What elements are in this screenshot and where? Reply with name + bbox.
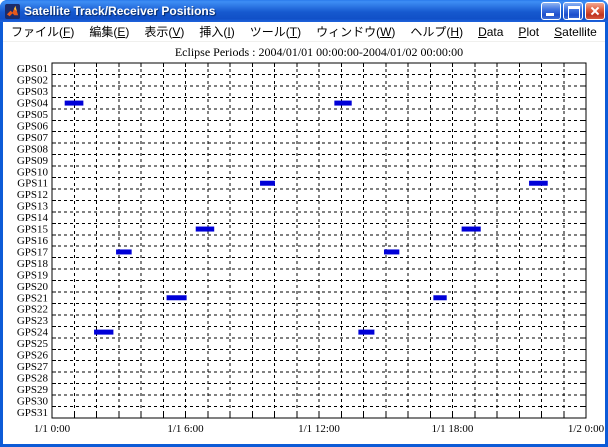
eclipse-periods-chart: GPS01GPS02GPS03GPS04GPS05GPS06GPS07GPS08…: [17, 62, 605, 435]
x-axis-label: 1/1 6:00: [167, 423, 204, 435]
maximize-button[interactable]: [563, 2, 583, 20]
eclipse-bar: [166, 295, 187, 301]
menu-item-data[interactable]: Data: [478, 25, 503, 39]
y-axis-label: GPS20: [17, 281, 49, 293]
menu-bar: ファイル(F) 編集(E) 表示(V) 挿入(I) ツール(T) ウィンドウ(W) ヘルプ(…: [3, 22, 605, 42]
y-axis-label: GPS31: [17, 407, 48, 419]
menu-item-satellite[interactable]: Satellite: [554, 25, 597, 39]
title-bar[interactable]: Satellite Track/Receiver Positions: [0, 0, 608, 22]
eclipse-bar: [64, 100, 84, 106]
y-axis-label: GPS22: [17, 304, 48, 316]
y-axis-label: GPS13: [17, 201, 49, 213]
matlab-app-icon: [5, 3, 20, 19]
menu-item-help[interactable]: ヘルプ(H): [410, 23, 463, 40]
y-axis-label: GPS07: [17, 132, 49, 144]
y-axis-label: GPS25: [17, 338, 49, 350]
menu-item-edit[interactable]: 編集(E): [89, 23, 129, 40]
y-axis-label: GPS28: [17, 372, 49, 384]
y-axis-label: GPS10: [17, 166, 49, 178]
y-axis-label: GPS18: [17, 258, 49, 270]
menu-item-plot[interactable]: Plot: [518, 25, 539, 39]
eclipse-bar: [195, 226, 215, 232]
y-axis-label: GPS15: [17, 224, 49, 236]
eclipse-bar: [260, 180, 275, 186]
y-axis-label: GPS29: [17, 384, 49, 396]
y-axis-label: GPS17: [17, 246, 49, 258]
eclipse-bar: [334, 100, 352, 106]
y-axis-label: GPS09: [17, 155, 49, 167]
eclipse-bar: [358, 329, 375, 335]
x-axis-label: 1/1 12:00: [298, 423, 340, 435]
y-axis-label: GPS06: [17, 120, 49, 132]
figure-area: Eclipse Periods : 2004/01/01 00:00:00-20…: [3, 42, 605, 444]
y-axis-label: GPS30: [17, 395, 49, 407]
window-title: Satellite Track/Receiver Positions: [24, 4, 216, 18]
y-axis-label: GPS24: [17, 327, 49, 339]
y-axis-label: GPS19: [17, 269, 49, 281]
eclipse-bar: [94, 329, 114, 335]
y-axis-label: GPS26: [17, 350, 49, 362]
eclipse-bar: [529, 180, 548, 186]
eclipse-bar: [383, 249, 400, 255]
y-axis-label: GPS21: [17, 292, 48, 304]
menu-item-file[interactable]: ファイル(F): [11, 23, 74, 40]
y-axis-label: GPS05: [17, 109, 49, 121]
eclipse-bar: [116, 249, 132, 255]
y-axis-label: GPS14: [17, 212, 49, 224]
y-axis-label: GPS27: [17, 361, 49, 373]
x-axis-label: 1/1 0:00: [34, 423, 71, 435]
menu-item-window[interactable]: ウィンドウ(W): [316, 23, 395, 40]
menu-item-view[interactable]: 表示(V): [144, 23, 184, 40]
minimize-button[interactable]: [541, 2, 561, 20]
x-axis-label: 1/2 0:00: [568, 423, 605, 435]
close-button[interactable]: [585, 2, 605, 20]
y-axis-label: GPS08: [17, 143, 49, 155]
y-axis-label: GPS16: [17, 235, 49, 247]
y-axis-label: GPS23: [17, 315, 49, 327]
client-area: ファイル(F) 編集(E) 表示(V) 挿入(I) ツール(T) ウィンドウ(W) ヘルプ(…: [3, 22, 605, 444]
y-axis-label: GPS11: [17, 178, 48, 190]
y-axis-label: GPS04: [17, 98, 49, 110]
menu-item-tools[interactable]: ツール(T): [250, 23, 301, 40]
y-axis-label: GPS12: [17, 189, 48, 201]
y-axis-label: GPS03: [17, 86, 49, 98]
eclipse-bar: [433, 295, 447, 301]
x-axis-label: 1/1 18:00: [432, 423, 474, 435]
eclipse-bar: [461, 226, 481, 232]
app-window: Satellite Track/Receiver Positions ファイル(…: [0, 0, 608, 447]
y-axis-label: GPS01: [17, 63, 48, 75]
y-axis-label: GPS02: [17, 75, 48, 87]
menu-item-insert[interactable]: 挿入(I): [199, 23, 234, 40]
